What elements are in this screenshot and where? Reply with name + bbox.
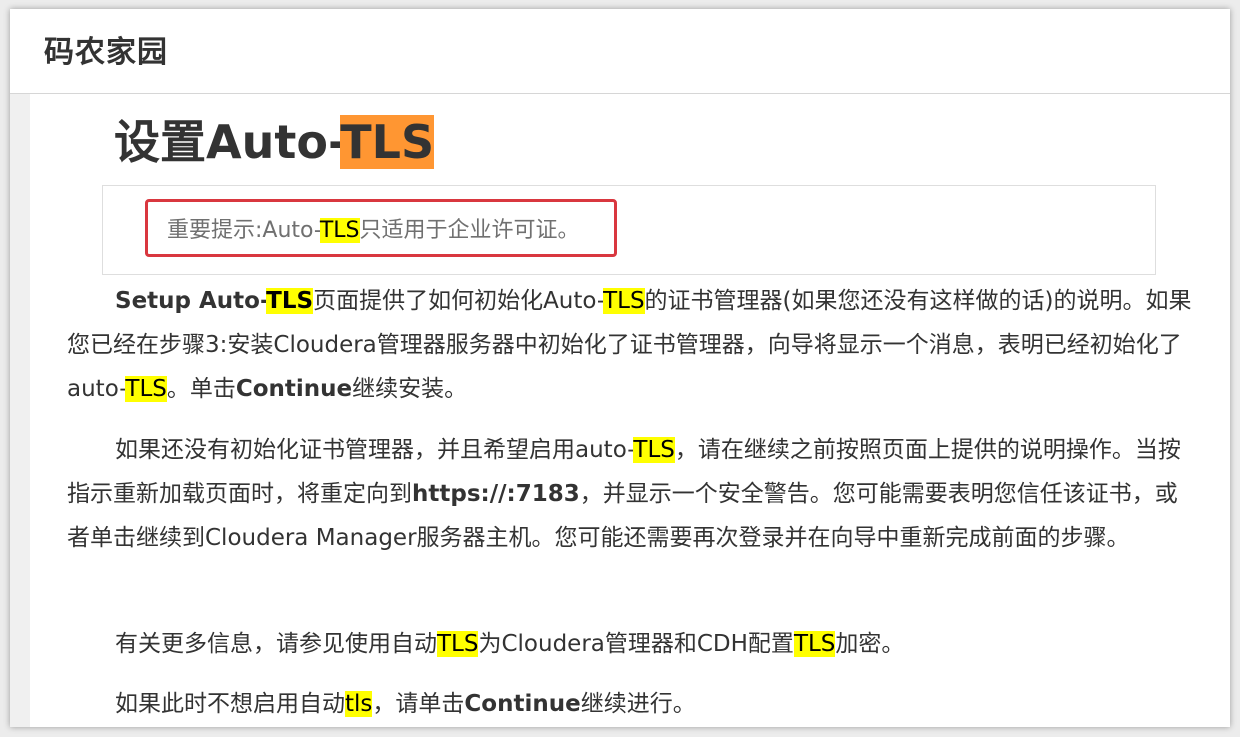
page-frame: 码农家园 设置Auto-TLS 重要提示:Auto-TLS只适用于企业许可证。 … [10, 9, 1230, 727]
highlight-text: TLS [125, 376, 167, 402]
paragraph-text: 继续安装。 [352, 376, 468, 402]
paragraph-text: 如果此时不想启用自动 [115, 691, 345, 717]
site-header: 码农家园 [10, 9, 1230, 94]
paragraph-skip: 如果此时不想启用自动tls，请单击Continue继续进行。 [67, 682, 1197, 726]
bold-text: Continue [235, 376, 353, 402]
paragraph-text: 。单击 [166, 376, 236, 402]
note-text: 重要提示:Auto-TLS只适用于企业许可证。 [167, 212, 580, 244]
bold-text: Setup Auto- [115, 288, 267, 314]
site-title[interactable]: 码农家园 [44, 27, 168, 71]
heading-highlight: TLS [340, 115, 435, 169]
highlight-text: tls [345, 691, 373, 717]
paragraph-setup: Setup Auto-TLS页面提供了如何初始化Auto-TLS的证书管理器(如… [67, 279, 1197, 411]
paragraph-init: 如果还没有初始化证书管理器，并且希望启用auto-TLS，请在继续之前按照页面上… [67, 428, 1197, 560]
highlight-text: TLS [266, 288, 314, 314]
paragraph-text: 继续进行。 [580, 691, 696, 717]
left-rail [10, 94, 30, 727]
paragraph-text: 如果还没有初始化证书管理器，并且希望启用auto- [115, 437, 634, 463]
highlight-text: TLS [437, 631, 479, 657]
highlight-text: TLS [793, 631, 836, 657]
article-heading: 设置Auto-TLS [114, 106, 435, 172]
bold-url-text: https://:7183 [412, 481, 580, 507]
paragraph-text: 为Cloudera管理器和CDH配置 [478, 631, 794, 657]
note-text-post: 只适用于企业许可证。 [359, 218, 580, 243]
paragraph-text: ，请单击 [372, 691, 465, 717]
paragraph-more-info: 有关更多信息，请参见使用自动TLS为Cloudera管理器和CDH配置TLS加密… [67, 622, 1197, 666]
note-text-pre: 重要提示:Auto- [167, 218, 320, 243]
paragraph-text: 有关更多信息，请参见使用自动 [115, 631, 437, 657]
note-highlight: TLS [319, 218, 360, 243]
paragraph-text: 页面提供了如何初始化Auto- [313, 288, 604, 314]
article-content: 设置Auto-TLS 重要提示:Auto-TLS只适用于企业许可证。 Setup… [30, 94, 1230, 727]
paragraph-text: 加密。 [835, 631, 905, 657]
highlight-text: TLS [603, 288, 645, 314]
heading-text: 设置Auto- [114, 115, 341, 169]
important-note: 重要提示:Auto-TLS只适用于企业许可证。 [102, 185, 1156, 275]
highlight-text: TLS [633, 437, 675, 463]
bold-text: Continue [464, 691, 581, 717]
